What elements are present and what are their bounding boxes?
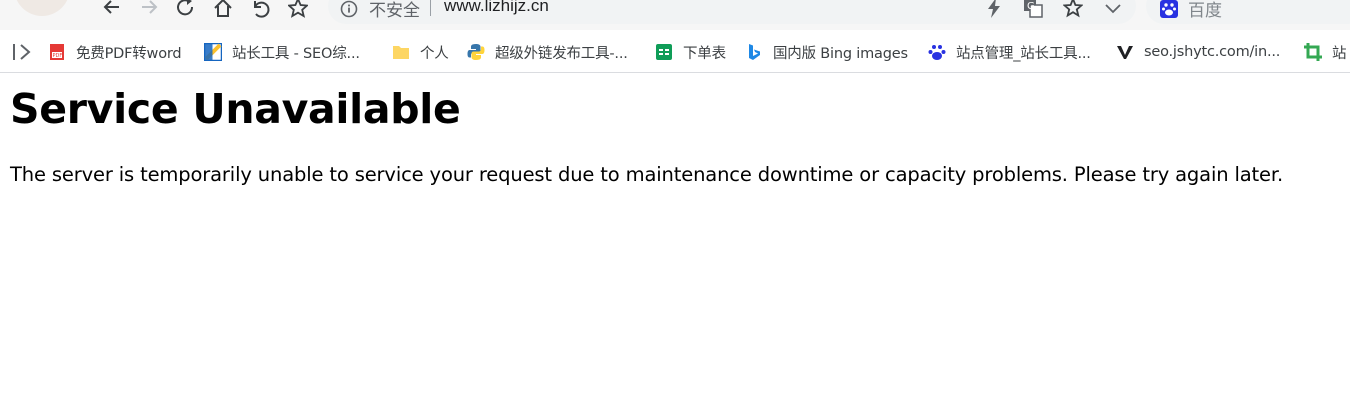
reload-button[interactable] <box>174 0 198 18</box>
bookmark-item[interactable]: 超级外链发布工具-... <box>467 41 628 63</box>
omnibox-divider <box>430 0 431 16</box>
crop-icon <box>1304 43 1322 61</box>
home-button[interactable] <box>211 0 235 18</box>
star-outline-icon <box>288 0 308 18</box>
baidu-paw-icon <box>1160 0 1178 18</box>
insecure-label[interactable]: 不安全 <box>369 0 420 21</box>
v-logo-icon <box>1117 45 1133 59</box>
bookmark-item[interactable]: 站点管理_站长工具... <box>928 41 1091 63</box>
forward-button[interactable] <box>137 0 161 18</box>
folder-icon <box>393 46 409 59</box>
page-title: Service Unavailable <box>10 85 461 133</box>
info-icon[interactable] <box>340 0 358 18</box>
profile-avatar[interactable] <box>14 0 70 16</box>
bookmark-label: 超级外链发布工具-... <box>495 45 628 62</box>
bookmark-star-icon[interactable] <box>1063 0 1083 18</box>
home-icon <box>214 0 232 17</box>
back-arrow-icon <box>103 0 119 14</box>
reload-icon <box>177 0 194 16</box>
undo-icon <box>254 1 270 18</box>
baidu-paw-icon <box>928 45 946 60</box>
bookmark-item[interactable]: seo.jshytc.com/in... <box>1116 41 1280 63</box>
chinaz-icon <box>204 43 222 61</box>
python-icon <box>467 44 485 60</box>
undo-close-tab-button[interactable] <box>249 0 273 18</box>
bookmark-label: 免费PDF转word <box>76 45 182 62</box>
search-box[interactable]: 百度 <box>1146 0 1350 24</box>
sidebar-toggle-icon[interactable] <box>12 43 34 61</box>
svg-text:PDF: PDF <box>53 53 63 59</box>
error-message: The server is temporarily unable to serv… <box>10 163 1284 186</box>
url-text[interactable]: www.lizhijz.cn <box>444 0 549 16</box>
chevron-down-icon[interactable] <box>1103 0 1123 18</box>
bookmark-item[interactable]: 站长工具 - SEO综... <box>204 41 360 63</box>
bookmark-item[interactable]: PDF 免费PDF转word <box>48 41 182 63</box>
bookmarks-bar: PDF 免费PDF转word 站长工具 - SEO综... 个人 超级外链发布工… <box>0 30 1350 73</box>
lightning-icon[interactable] <box>984 0 1004 18</box>
search-placeholder: 百度 <box>1188 1 1222 21</box>
bookmark-item[interactable]: 国内版 Bing images <box>745 41 908 63</box>
forward-arrow-icon <box>142 0 158 14</box>
address-bar[interactable]: 不安全 www.lizhijz.cn G <box>328 0 1136 24</box>
bing-icon <box>749 44 760 60</box>
back-button[interactable] <box>100 0 124 18</box>
bookmark-label: seo.jshytc.com/in... <box>1144 44 1281 60</box>
bookmark-label: 个人 <box>420 45 449 62</box>
bookmark-item[interactable]: 下单表 <box>655 41 726 63</box>
bookmark-label: 下单表 <box>683 45 726 62</box>
bookmark-item[interactable]: 站 <box>1304 41 1347 63</box>
bookmark-label: 站点管理_站长工具... <box>956 45 1091 62</box>
pdf-icon: PDF <box>50 44 64 60</box>
browser-toolbar: 不安全 www.lizhijz.cn G 百度 <box>0 0 1350 30</box>
bookmark-label: 站 <box>1332 45 1347 62</box>
translate-icon[interactable]: G <box>1023 0 1043 18</box>
bookmark-label: 站长工具 - SEO综... <box>232 45 360 62</box>
bookmark-folder[interactable]: 个人 <box>392 41 449 63</box>
favorites-button[interactable] <box>286 0 310 18</box>
sheets-icon <box>656 44 672 60</box>
svg-text:G: G <box>1027 1 1035 12</box>
bookmark-label: 国内版 Bing images <box>773 45 908 62</box>
